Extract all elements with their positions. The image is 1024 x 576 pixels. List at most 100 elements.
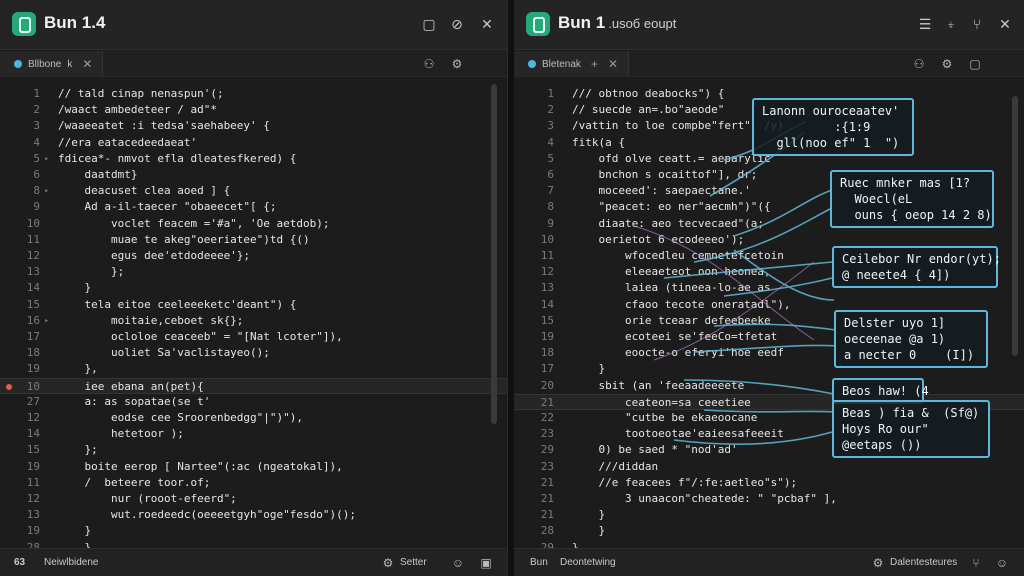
line-number: 12 bbox=[26, 411, 40, 424]
annotation-callout: Lanonn ouroceaatev' :{1:9 gll(noo ef" 1 … bbox=[752, 98, 914, 156]
line-number: 15 bbox=[26, 297, 40, 311]
code-line[interactable]: 14 hetetoor ); bbox=[0, 426, 507, 442]
code-line[interactable]: 15 }; bbox=[0, 442, 507, 458]
close-window-icon[interactable]: ✕ bbox=[476, 14, 498, 36]
close-tab-icon[interactable]: ✕ bbox=[608, 57, 618, 71]
code-line[interactable]: 21 //e feacees f"/:fe:aetleo"s"); bbox=[514, 475, 1024, 491]
line-number: 7 bbox=[547, 184, 554, 198]
fold-chevron-icon[interactable]: ▸ bbox=[44, 313, 49, 329]
left-code-editor[interactable]: 1 // tald cinap nenaspun'(; 2/waact ambede… bbox=[0, 78, 507, 570]
line-number: 12 bbox=[26, 249, 40, 262]
right-scrollbar[interactable] bbox=[1012, 96, 1018, 356]
line-number: 11 bbox=[26, 232, 40, 246]
link-icon[interactable]: ⊘ bbox=[446, 14, 468, 36]
code-line[interactable]: 6 daatdmt} bbox=[0, 167, 507, 183]
code-line[interactable]: ▸ 16 moitaie,ceboet sk{}; bbox=[0, 313, 507, 329]
status-setter[interactable]: Setter bbox=[400, 557, 427, 568]
tab-left-file[interactable]: Bllbone k ✕ bbox=[0, 51, 104, 77]
code-line[interactable]: 13 wut.roedeedc(oeeeetgyh"oge"fesdo")(); bbox=[0, 507, 507, 523]
annotation-callout: Ceilebor Nr endor(yt); @ neeete4 { 4]) bbox=[832, 246, 1001, 288]
code-line[interactable]: 12 egus dee'etdodeeee'}; bbox=[0, 248, 507, 264]
code-line[interactable]: 17 ocloloe ceaceeb" = "[Nat lcoter"]), bbox=[0, 329, 507, 345]
line-number: 10 bbox=[540, 232, 554, 246]
code-line[interactable]: 21 } bbox=[514, 507, 1024, 523]
people-icon[interactable]: ⚇ bbox=[420, 55, 438, 73]
breakpoint-icon[interactable] bbox=[6, 383, 12, 390]
line-number: 10 bbox=[26, 379, 40, 393]
fork-icon[interactable]: ⑂ bbox=[968, 555, 984, 571]
fork-icon[interactable]: ⑂ bbox=[966, 14, 988, 36]
code-line[interactable]: 11 / beteere toor.of; bbox=[0, 475, 507, 491]
code-line[interactable]: 19 boite eerop [ Nartee"(:ac (ngeatokal]… bbox=[0, 459, 507, 475]
right-titlebar: Bun 1 .usoб eoupt ☰ ⍖ ⑂ ✕ bbox=[514, 0, 1024, 50]
line-number: 12 bbox=[26, 492, 40, 505]
status-label: Bun bbox=[530, 557, 548, 568]
code-line[interactable]: 19 } bbox=[0, 523, 507, 539]
line-number: 10 bbox=[26, 216, 40, 230]
settings-icon[interactable]: ⚙ bbox=[938, 55, 956, 73]
list-icon[interactable]: ☰ bbox=[914, 14, 936, 36]
emoji-icon[interactable]: ☺ bbox=[994, 555, 1010, 571]
close-tab-icon[interactable]: ✕ bbox=[82, 57, 92, 71]
tab-right-file[interactable]: Bletenak + ✕ bbox=[514, 51, 629, 77]
code-line[interactable]: 3/waaeeatet :i tedsa'saehabeey' { bbox=[0, 118, 507, 134]
pin-icon[interactable]: ⍖ bbox=[940, 14, 962, 36]
code-line[interactable]: 2/waact ambedeteer / ad"* bbox=[0, 102, 507, 118]
line-number: 20 bbox=[540, 378, 554, 392]
code-line[interactable]: 12 eodse cee Sroorenbedgg"|")"), bbox=[0, 410, 507, 426]
code-line[interactable]: 12 nur (rooot-efeerd"; bbox=[0, 491, 507, 507]
code-line[interactable]: 19 }, bbox=[0, 361, 507, 377]
code-text: hetetoor ); bbox=[58, 427, 184, 441]
code-text: daatdmt} bbox=[58, 168, 138, 181]
line-number: 13 bbox=[540, 281, 554, 295]
code-line[interactable]: 20 sbit (an 'feeaadeeeete bbox=[514, 378, 1024, 394]
line-number: 5 bbox=[33, 151, 40, 165]
code-line[interactable]: 1 // tald cinap nenaspun'(; bbox=[0, 86, 507, 102]
code-text: orie tceaar defeebeeke bbox=[572, 313, 771, 327]
code-line[interactable]: 13 }; bbox=[0, 264, 507, 280]
code-text: oerietot 6 ecodeeeo'); bbox=[572, 232, 745, 246]
status-right[interactable]: Dalentesteures bbox=[890, 557, 957, 568]
people-icon[interactable]: ⚇ bbox=[910, 55, 928, 73]
code-line[interactable]: 14 } bbox=[0, 280, 507, 296]
settings-icon[interactable]: ⚙ bbox=[380, 555, 396, 571]
code-line[interactable]: 15 tela eitoe ceeleeeketc'deant") { bbox=[0, 297, 507, 313]
new-tab-icon[interactable]: + bbox=[591, 57, 598, 71]
code-line[interactable]: 23 ///diddan bbox=[514, 459, 1024, 475]
callout-text: Lanonn ouroceaatev' bbox=[762, 104, 900, 118]
settings-icon[interactable]: ⚙ bbox=[448, 55, 466, 73]
square-icon[interactable]: ▢ bbox=[966, 55, 984, 73]
line-number: 19 bbox=[26, 524, 40, 538]
left-scrollbar[interactable] bbox=[491, 84, 497, 424]
code-line[interactable]: ▸ 5 fdicea*- nmvot efla dleatesfkered) { bbox=[0, 151, 507, 167]
code-line[interactable]: 11 muae te akeg"oeeriatee")td {() bbox=[0, 232, 507, 248]
code-text: } bbox=[58, 524, 92, 538]
code-line[interactable]: 18 uoliet Sa'vaclistayeo(); bbox=[0, 345, 507, 361]
line-number: 15 bbox=[540, 313, 554, 327]
code-line[interactable]: 21 3 unaacon"cheatede: " "pcbaf" ], bbox=[514, 491, 1024, 507]
file-status-dot-icon bbox=[14, 60, 22, 68]
code-line[interactable]: 27 a: as sopatae(se t' bbox=[0, 394, 507, 410]
line-number: 3 bbox=[33, 119, 40, 133]
close-window-icon[interactable]: ✕ bbox=[994, 14, 1016, 36]
line-number: 5 bbox=[547, 151, 554, 165]
square-icon[interactable]: ▣ bbox=[478, 555, 494, 571]
code-line[interactable]: 28 } bbox=[514, 523, 1024, 539]
annotation-callout: Ruec mnker mas [1? Woecl(eL ouns { oeop … bbox=[830, 170, 994, 228]
code-line[interactable]: ▸ 8 deacuset clea aoed ] { bbox=[0, 183, 507, 199]
emoji-icon[interactable]: ☺ bbox=[450, 555, 466, 571]
fold-chevron-icon[interactable]: ▸ bbox=[44, 151, 49, 167]
line-number: 1 bbox=[33, 87, 40, 100]
right-app-title-main: Bun 1 bbox=[558, 13, 606, 32]
line-number: 6 bbox=[547, 168, 554, 181]
line-number: 22 bbox=[540, 411, 554, 424]
code-line[interactable]: 4 //era eatacedeedaeat' bbox=[0, 135, 507, 151]
code-line[interactable]: 9 Ad a-il-taecer "obaeecet"[ {; bbox=[0, 199, 507, 215]
fold-chevron-icon[interactable]: ▸ bbox=[44, 183, 49, 199]
code-line[interactable]: 10 iee ebana an(pet){ bbox=[0, 377, 507, 394]
line-number: 23 bbox=[540, 427, 554, 441]
square-icon[interactable]: ▢ bbox=[418, 14, 440, 36]
settings-icon[interactable]: ⚙ bbox=[870, 555, 886, 571]
line-number: 16 bbox=[26, 313, 40, 327]
code-line[interactable]: 10 voclet feacem ='#a", 'Oe aetdob); bbox=[0, 216, 507, 232]
